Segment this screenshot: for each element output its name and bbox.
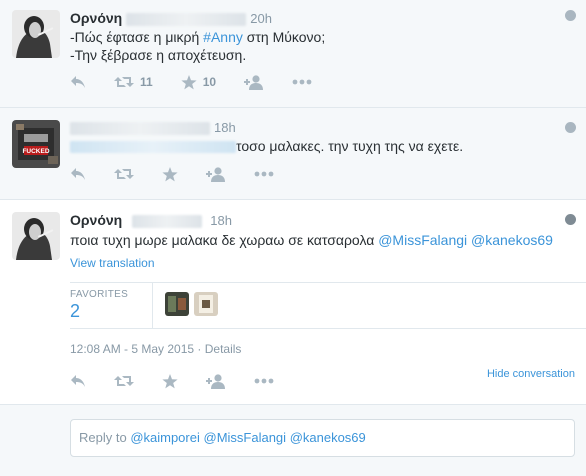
favorite-star-icon [181,74,197,89]
tweet-actions [70,165,302,183]
favorite-star-icon [162,373,178,388]
mention-link[interactable]: @MissFalangi [378,232,467,248]
tweet-header: 18h [70,118,236,137]
reply-area: Reply to @kaimporei @MissFalangi @kaneko… [0,405,586,476]
follow-user-icon [206,373,225,389]
timestamp[interactable]: 20h [250,11,272,26]
reply-button[interactable] [70,167,86,181]
favorite-button[interactable] [162,373,178,389]
globe-icon [565,10,576,21]
follow-user-icon [206,166,225,182]
retweet-button[interactable]: 11 [114,75,153,89]
favorites-stats: FAVORITES 2 [70,282,586,329]
blurred-mentions [70,141,236,154]
more-dots-icon [254,171,274,177]
mention-link[interactable]: @kanekos69 [471,232,553,248]
svg-text:FUCKED: FUCKED [22,148,49,155]
display-name[interactable]: Ορνόνη [70,10,122,26]
hashtag-link[interactable]: #Anny [203,29,243,45]
tweet-actions [70,372,302,390]
blurred-username [132,214,203,228]
more-dots-icon [254,378,274,384]
follow-button[interactable] [206,373,226,389]
reply-icon [71,76,85,88]
retweet-button[interactable] [114,167,134,181]
avatar[interactable] [12,10,60,58]
more-button[interactable] [292,79,312,85]
reply-button[interactable] [70,75,86,89]
favorite-button[interactable] [162,166,178,182]
retweet-count: 11 [140,75,153,89]
timestamp[interactable]: 18h [210,213,232,228]
favoriter-avatar[interactable] [194,292,218,316]
globe-icon [565,214,576,225]
retweet-icon [114,77,134,87]
follow-user-icon [244,74,264,90]
tweet-2[interactable]: FUCKED 18h τοσο μαλακες. την τυχη της να… [0,108,586,200]
reply-icon [71,168,85,180]
hide-conversation-link[interactable]: Hide conversation [487,368,575,380]
avatar[interactable] [12,212,60,260]
more-button[interactable] [254,171,274,177]
follow-button[interactable] [206,166,226,182]
tweet-actions: 11 10 [70,73,340,91]
display-name[interactable]: Ορνόνη [70,212,122,228]
follow-button[interactable] [244,74,264,90]
favorite-button[interactable]: 10 [181,74,217,90]
tweet-1[interactable]: Ορνόνη 20h -Πώς έφτασε η μικρή #Anny στη … [0,0,586,108]
tweet-text: ποια τυχη μωρε μαλακα δε χωραω σε κατσαρ… [70,232,553,248]
tweet-timestamp-details[interactable]: 12:08 AM - 5 May 2015 · Details [70,342,241,356]
favoriter-avatar[interactable] [165,292,189,316]
avatar[interactable]: FUCKED [12,120,60,168]
globe-icon [565,122,576,133]
tweet-text: τοσο μαλακες. την τυχη της να εχετε. [70,137,463,155]
blurred-username [70,121,210,135]
tweet-3-expanded[interactable]: Ορνόνη 18h ποια τυχη μωρε μαλακα δε χωραω… [0,200,586,405]
tweet-header: Ορνόνη 20h [70,9,272,28]
favorites-count[interactable]: 2 [70,301,80,322]
more-dots-icon [292,79,312,85]
favorite-star-icon [162,166,178,181]
retweet-icon [114,376,134,386]
view-translation-link[interactable]: View translation [70,256,155,270]
reply-icon [71,375,85,387]
timestamp[interactable]: 18h [214,120,236,135]
divider [152,283,153,328]
blurred-username [126,12,247,26]
favorites-label: FAVORITES [70,289,129,300]
favorite-count: 10 [202,75,217,89]
retweet-button[interactable] [114,374,134,388]
reply-button[interactable] [70,374,86,388]
tweet-header: Ορνόνη 18h [70,211,232,230]
tweet-text: -Πώς έφτασε η μικρή #Anny στη Μύκονο; -Τ… [70,29,326,63]
reply-input[interactable]: Reply to @kaimporei @MissFalangi @kaneko… [70,419,575,457]
more-button[interactable] [254,378,274,384]
retweet-icon [114,169,134,179]
